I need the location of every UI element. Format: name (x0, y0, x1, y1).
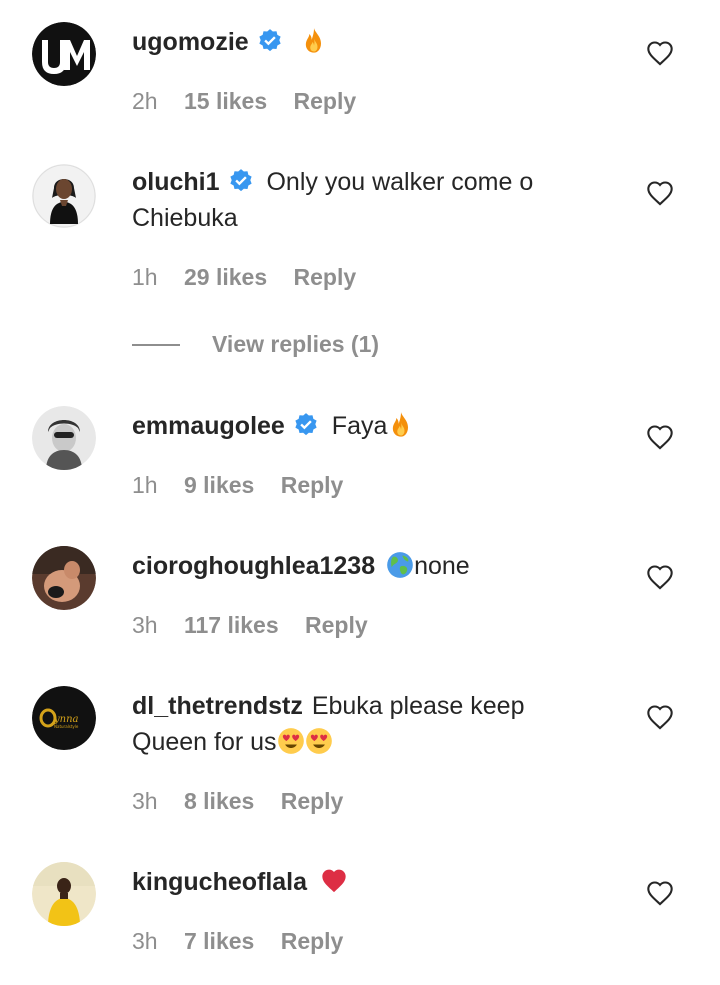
avatar[interactable]: ynna Naturalstyle (32, 686, 96, 750)
comment-text: cioroghoughlea1238 none (132, 548, 602, 584)
avatar[interactable] (32, 546, 96, 610)
like-heart-icon[interactable] (646, 704, 674, 730)
heart-eyes-emoji-icon (277, 727, 305, 755)
comment-username[interactable]: dl_thetrendstz (132, 692, 303, 720)
comment-username[interactable]: kingucheoflala (132, 868, 307, 896)
fire-emoji-icon (300, 27, 328, 55)
comment-time: 2h (132, 88, 158, 114)
reply-button[interactable]: Reply (281, 472, 344, 498)
comment-meta: 3h 8 likes Reply (132, 788, 363, 815)
comment-item: cioroghoughlea1238 none 3h 117 likes Rep… (0, 524, 720, 664)
comment-text: oluchi1 Only you walker come o Chiebuka (132, 164, 602, 236)
comment-item: oluchi1 Only you walker come o Chiebuka … (0, 140, 720, 320)
comment-text: dl_thetrendstz Ebuka please keep Queen f… (132, 688, 602, 760)
comment-likes[interactable]: 9 likes (184, 472, 254, 498)
like-heart-icon[interactable] (646, 424, 674, 450)
comment-text: emmaugolee Faya (132, 408, 602, 444)
comment-likes[interactable]: 29 likes (184, 264, 267, 290)
comment-username[interactable]: cioroghoughlea1238 (132, 552, 375, 580)
comment-text: kingucheoflala (132, 864, 602, 900)
comment-time: 3h (132, 612, 158, 638)
comment-body: Ebuka please keep (311, 692, 525, 720)
comment-body: none (414, 552, 470, 580)
comment-body-line2: Chiebuka (132, 204, 238, 232)
comment-meta: 3h 117 likes Reply (132, 612, 388, 639)
comment-time: 3h (132, 928, 158, 954)
verified-badge-icon (228, 168, 254, 194)
comment-body: Only you walker come o (266, 168, 534, 196)
reply-button[interactable]: Reply (281, 928, 344, 954)
reply-button[interactable]: Reply (281, 788, 344, 814)
comment-time: 3h (132, 788, 158, 814)
comment-likes[interactable]: 7 likes (184, 928, 254, 954)
verified-badge-icon (293, 412, 319, 438)
comment-item: kingucheoflala 3h 7 likes Reply (0, 840, 720, 985)
avatar[interactable] (32, 164, 96, 228)
red-heart-emoji-icon (320, 867, 348, 895)
globe-emoji-icon (386, 551, 414, 579)
view-replies-button[interactable]: View replies (1) (132, 326, 432, 362)
fire-emoji-icon (387, 411, 415, 439)
reply-button[interactable]: Reply (294, 264, 357, 290)
comment-username[interactable]: ugomozie (132, 28, 249, 56)
comment-text: ugomozie (132, 24, 602, 60)
like-heart-icon[interactable] (646, 40, 674, 66)
svg-text:Naturalstyle: Naturalstyle (54, 724, 79, 729)
comment-body-line2: Queen for us (132, 728, 277, 756)
comment-time: 1h (132, 264, 158, 290)
avatar[interactable] (32, 22, 96, 86)
comment-meta: 3h 7 likes Reply (132, 928, 363, 955)
comment-likes[interactable]: 15 likes (184, 88, 267, 114)
comment-item: emmaugolee Faya 1h 9 likes Reply (0, 384, 720, 524)
comment-meta: 2h 15 likes Reply (132, 88, 376, 115)
view-replies-label[interactable]: View replies (1) (212, 326, 379, 362)
avatar[interactable] (32, 406, 96, 470)
like-heart-icon[interactable] (646, 880, 674, 906)
view-replies-line (132, 344, 180, 346)
reply-button[interactable]: Reply (294, 88, 357, 114)
like-heart-icon[interactable] (646, 180, 674, 206)
comment-meta: 1h 29 likes Reply (132, 264, 376, 291)
heart-eyes-emoji-icon (305, 727, 333, 755)
comment-item: ugomozie 2h 15 likes Reply (0, 0, 720, 140)
comment-username[interactable]: emmaugolee (132, 412, 285, 440)
avatar[interactable] (32, 862, 96, 926)
comment-username[interactable]: oluchi1 (132, 168, 220, 196)
comment-time: 1h (132, 472, 158, 498)
comment-meta: 1h 9 likes Reply (132, 472, 363, 499)
comment-body: Faya (331, 412, 388, 440)
comment-likes[interactable]: 8 likes (184, 788, 254, 814)
reply-button[interactable]: Reply (305, 612, 368, 638)
comment-item: ynna Naturalstyle dl_thetrendstz Ebuka p… (0, 664, 720, 844)
comment-likes[interactable]: 117 likes (184, 612, 279, 638)
verified-badge-icon (257, 28, 283, 54)
like-heart-icon[interactable] (646, 564, 674, 590)
